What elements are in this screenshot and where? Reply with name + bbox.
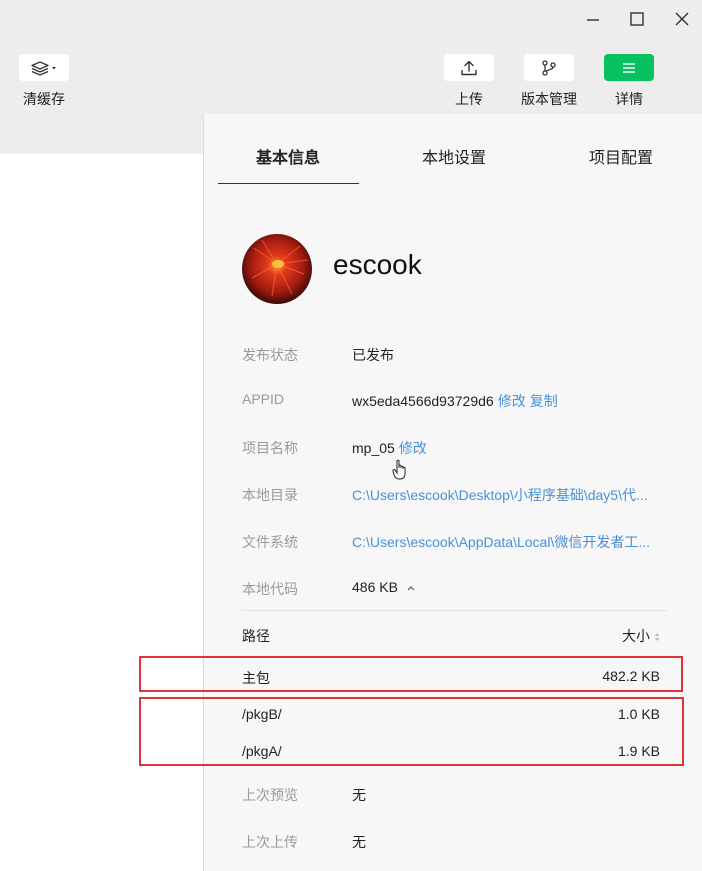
publish-status-label: 发布状态 — [242, 347, 298, 363]
tab-project-config[interactable]: 项目配置 — [589, 144, 653, 168]
layers-icon — [31, 60, 56, 76]
upload-tool[interactable]: 上传 — [444, 54, 494, 109]
publish-status-row: 发布状态 已发布 — [242, 345, 672, 365]
version-label: 版本管理 — [521, 91, 577, 107]
file-system-label: 文件系统 — [242, 534, 298, 550]
local-dir-link[interactable]: C:\Users\escook\Desktop\小程序基础\day5\代... — [352, 485, 648, 505]
minimize-icon — [587, 19, 599, 21]
panel-tabs: 基本信息 本地设置 项目配置 — [204, 114, 702, 184]
clear-cache-button[interactable] — [19, 54, 69, 81]
version-tool[interactable]: 版本管理 — [519, 54, 579, 109]
menu-icon — [623, 62, 635, 73]
highlight-main-package — [139, 656, 683, 692]
branch-icon — [542, 59, 556, 76]
details-label: 详情 — [615, 91, 643, 107]
local-code-label: 本地代码 — [242, 581, 298, 597]
path-column-header: 路径 — [242, 628, 270, 644]
version-management-button[interactable] — [524, 54, 574, 81]
local-dir-row: 本地目录 C:\Users\escook\Desktop\小程序基础\day5\… — [242, 485, 672, 505]
tab-basic-info[interactable]: 基本信息 — [256, 144, 320, 168]
file-system-link[interactable]: C:\Users\escook\AppData\Local\微信开发者工... — [352, 532, 650, 552]
local-code-value: 486 KB — [352, 579, 398, 595]
last-preview-value: 无 — [352, 787, 366, 803]
active-tab-indicator — [218, 183, 359, 184]
maximize-button[interactable] — [624, 6, 650, 32]
sort-icon — [654, 633, 660, 642]
project-name-value-group: mp_05 修改 — [352, 438, 427, 458]
close-icon — [675, 12, 689, 26]
last-preview-label: 上次预览 — [242, 787, 298, 803]
upload-label: 上传 — [455, 91, 483, 107]
appid-value: wx5eda4566d93729d6 — [352, 393, 494, 409]
appid-edit-link[interactable]: 修改 — [498, 393, 526, 409]
upload-icon — [461, 60, 477, 75]
publish-status-value: 已发布 — [352, 347, 394, 363]
size-column-header[interactable]: 大小 — [622, 626, 660, 646]
appid-row: APPID wx5eda4566d93729d6 修改 复制 — [242, 391, 672, 411]
local-dir-label: 本地目录 — [242, 487, 298, 503]
size-table-header: 路径 大小 — [242, 626, 660, 646]
close-window-button[interactable] — [669, 6, 695, 32]
hand-cursor-icon — [392, 459, 406, 480]
clear-cache-label: 清缓存 — [23, 91, 65, 107]
chevron-up-icon[interactable] — [406, 584, 416, 592]
tab-local-settings[interactable]: 本地设置 — [422, 144, 486, 168]
local-code-value-group[interactable]: 486 KB — [352, 579, 416, 595]
appid-copy-link[interactable]: 复制 — [530, 393, 558, 409]
project-name-row: 项目名称 mp_05 修改 — [242, 438, 672, 458]
file-system-row: 文件系统 C:\Users\escook\AppData\Local\微信开发者… — [242, 532, 672, 552]
clear-cache-tool[interactable]: 清缓存 — [19, 54, 69, 109]
project-name-edit-link[interactable]: 修改 — [399, 440, 427, 456]
highlight-subpackages — [139, 697, 684, 766]
minimize-button[interactable] — [580, 6, 606, 32]
size-column-label: 大小 — [622, 628, 650, 644]
last-upload-row: 上次上传 无 — [242, 832, 672, 852]
project-name-value: mp_05 — [352, 440, 395, 456]
upload-button[interactable] — [444, 54, 494, 81]
maximize-icon — [630, 12, 644, 26]
project-name-label: 项目名称 — [242, 440, 298, 456]
editor-tab-strip — [0, 114, 204, 154]
details-button[interactable] — [604, 54, 654, 81]
last-preview-row: 上次预览 无 — [242, 785, 672, 805]
local-code-row: 本地代码 486 KB — [242, 579, 672, 599]
last-upload-value: 无 — [352, 834, 366, 850]
avatar — [242, 234, 312, 304]
last-upload-label: 上次上传 — [242, 834, 298, 850]
username: escook — [333, 249, 422, 280]
appid-label: APPID — [242, 391, 285, 407]
divider — [242, 610, 667, 611]
appid-value-group: wx5eda4566d93729d6 修改 复制 — [352, 391, 558, 411]
details-tool[interactable]: 详情 — [604, 54, 654, 109]
